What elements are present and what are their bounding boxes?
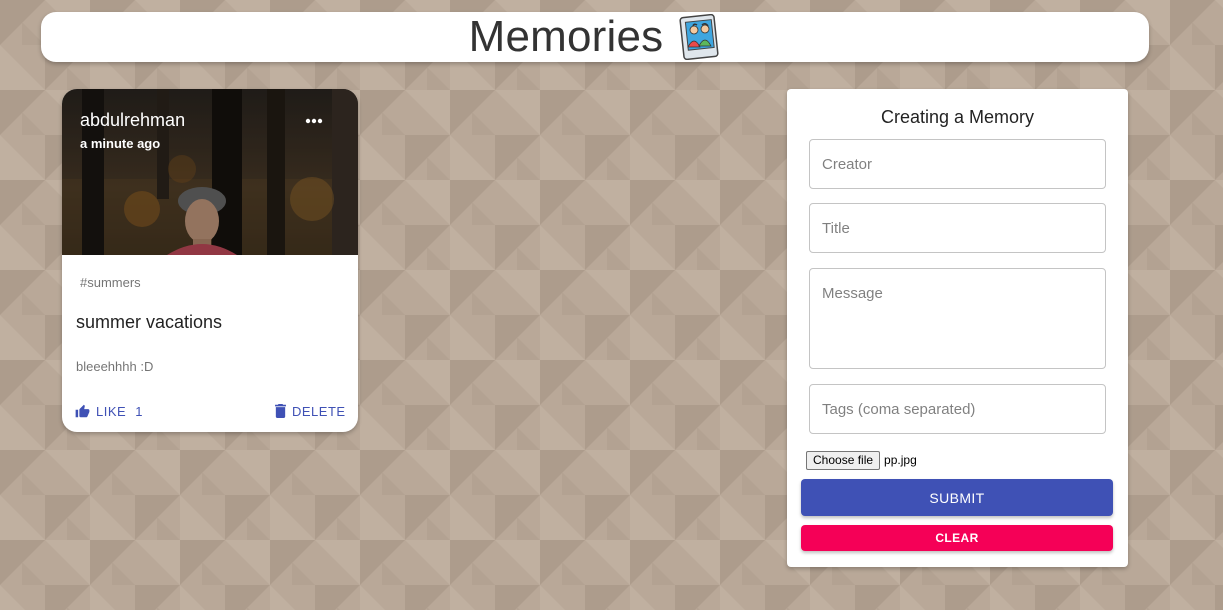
post-card: abdulrehman a minute ago #summers summer… <box>62 89 358 432</box>
message-input[interactable] <box>809 268 1106 369</box>
more-options-button[interactable] <box>298 111 330 131</box>
post-creator: abdulrehman <box>80 110 186 130</box>
post-tags: #summers <box>80 275 141 290</box>
trash-icon <box>275 404 286 418</box>
app-bar: Memories <box>41 12 1149 62</box>
title-input[interactable] <box>809 203 1106 253</box>
choose-file-button[interactable]: Choose file <box>806 450 881 470</box>
memory-form: Creating a Memory Choose file pp.jpg SUB… <box>787 89 1128 567</box>
delete-button[interactable]: DELETE <box>275 401 346 421</box>
thumb-up-icon <box>75 404 90 418</box>
app-title: Memories <box>468 12 664 61</box>
like-count: 1 <box>135 403 143 419</box>
post-message: bleeehhhh :D <box>76 359 154 374</box>
submit-button[interactable]: SUBMIT <box>801 479 1113 516</box>
file-input: Choose file pp.jpg <box>806 450 917 470</box>
post-title: summer vacations <box>76 312 223 332</box>
form-heading: Creating a Memory <box>880 107 1035 127</box>
more-horiz-icon <box>305 118 323 124</box>
post-timestamp: a minute ago <box>80 136 161 151</box>
delete-label: DELETE <box>292 403 346 419</box>
tags-input[interactable] <box>809 384 1106 434</box>
clear-button[interactable]: CLEAR <box>801 525 1113 551</box>
like-button[interactable]: LIKE 1 <box>75 401 143 421</box>
selected-file-name: pp.jpg <box>884 453 917 467</box>
photo-album-icon <box>679 14 719 60</box>
like-label: LIKE <box>96 403 127 419</box>
creator-input[interactable] <box>809 139 1106 189</box>
